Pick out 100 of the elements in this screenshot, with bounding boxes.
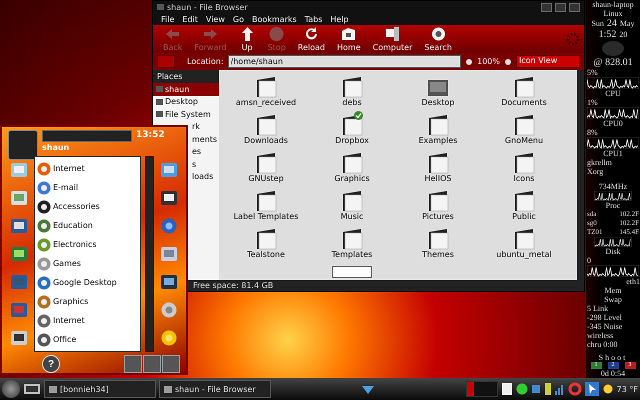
box-icon[interactable]: [530, 384, 541, 394]
folder-item[interactable]: Dropbox: [309, 114, 395, 152]
app-icon: [36, 218, 51, 232]
menu-item[interactable]: Help: [330, 14, 349, 24]
help-button[interactable]: ?: [42, 355, 60, 373]
terminal-icon[interactable]: [160, 274, 178, 290]
scrollbar[interactable]: [577, 70, 584, 280]
signal-icon[interactable]: [554, 383, 565, 395]
document-icon[interactable]: [500, 382, 513, 396]
status-dot-icon[interactable]: [516, 383, 528, 395]
menu-item[interactable]: Tabs: [304, 14, 322, 24]
task-button[interactable]: shaun - File Browser: [159, 380, 271, 398]
sidebar-item[interactable]: shaun: [153, 83, 219, 96]
scrollbar[interactable]: [144, 156, 154, 352]
menu-category[interactable]: Office: [36, 332, 138, 346]
folder-item[interactable]: Tealstone: [223, 228, 309, 266]
toggle-button[interactable]: [157, 55, 175, 68]
folder-item[interactable]: HelIOS: [395, 152, 481, 190]
view-dropdown[interactable]: Icon View: [516, 55, 580, 68]
toolbar-button[interactable]: Reload: [292, 26, 331, 52]
picture-icon[interactable]: [10, 246, 28, 262]
toolbar-button[interactable]: Search: [418, 26, 458, 52]
sidebar-item[interactable]: File System: [153, 108, 219, 120]
folder-icon[interactable]: [10, 218, 28, 234]
battery-icon[interactable]: [544, 382, 552, 396]
zoom-in-icon[interactable]: [504, 58, 512, 66]
task-button[interactable]: [bonnieh34]: [44, 380, 156, 398]
folder-item[interactable]: Music: [309, 190, 395, 228]
house-icon[interactable]: [10, 190, 28, 206]
sidebar-item[interactable]: loads: [192, 170, 219, 183]
close-button[interactable]: [569, 2, 580, 12]
location-field[interactable]: /home/shaun: [228, 55, 462, 68]
folder-item[interactable]: Public: [481, 190, 567, 228]
folder-item[interactable]: GnoMenu: [481, 114, 567, 152]
globe-icon[interactable]: [160, 218, 178, 234]
sidebar-item[interactable]: Desktop: [153, 96, 219, 108]
sidebar-item[interactable]: ments: [192, 133, 219, 146]
start-button[interactable]: [2, 380, 20, 398]
media-icon[interactable]: [160, 190, 178, 206]
menu-item[interactable]: Bookmarks: [252, 14, 297, 24]
window-title: shaun - File Browser: [167, 2, 249, 12]
disk-label: Disk: [605, 247, 621, 256]
toolbar-button[interactable]: Home: [331, 26, 367, 52]
sidebar-item[interactable]: rk: [192, 120, 219, 133]
proc-label: Proc: [606, 201, 620, 210]
folder-icon: [255, 228, 277, 250]
drawer-icon[interactable]: [160, 162, 178, 178]
window-icon[interactable]: [160, 246, 178, 262]
flashlight-icon[interactable]: [160, 302, 178, 318]
toolbar-button[interactable]: Computer: [366, 26, 418, 52]
folder-item[interactable]: Documents: [481, 76, 567, 114]
power-button[interactable]: [124, 355, 142, 373]
wireless-stat: -298 Level: [586, 313, 622, 322]
wireless-stat: 5 Link: [586, 304, 608, 313]
folder-icon: [427, 228, 449, 250]
sidebar-item[interactable]: es: [192, 146, 219, 158]
folder-item[interactable]: Icons: [481, 152, 567, 190]
folder-item[interactable]: Examples: [395, 114, 481, 152]
folder-icon[interactable]: [10, 302, 28, 318]
ring-icon[interactable]: [568, 382, 582, 396]
lock-button[interactable]: [162, 355, 180, 373]
download-button[interactable]: [143, 355, 161, 373]
folder-item[interactable]: Graphics: [309, 152, 395, 190]
minimize-button[interactable]: [541, 2, 552, 12]
menu-category[interactable]: Games: [36, 256, 138, 270]
menu-item[interactable]: View: [206, 14, 225, 24]
network-icon[interactable]: [361, 383, 376, 395]
menu-category[interactable]: Electronics: [36, 238, 138, 252]
folder-item[interactable]: GNUstep: [223, 152, 309, 190]
sidebar-item[interactable]: s: [192, 158, 219, 170]
menu-item[interactable]: Edit: [182, 14, 198, 24]
maximize-button[interactable]: [555, 2, 566, 12]
folder-item[interactable]: Themes: [395, 228, 481, 266]
folder-item[interactable]: amsn_received: [223, 76, 309, 114]
menu-item[interactable]: Go: [232, 14, 244, 24]
computer-icon[interactable]: [10, 330, 28, 346]
folder-item[interactable]: Desktop: [395, 76, 481, 114]
search-field[interactable]: [42, 130, 132, 142]
menu-category[interactable]: Internet: [36, 314, 138, 328]
folder-item[interactable]: debs: [309, 76, 395, 114]
menu-category[interactable]: Google Desktop: [36, 276, 138, 290]
window-icon: [164, 386, 172, 392]
menu-item[interactable]: File: [161, 14, 174, 24]
menu-category[interactable]: Graphics: [36, 294, 138, 308]
activity-graph: [587, 107, 639, 120]
folder-item[interactable]: Label Templates: [223, 190, 309, 228]
monitor-icon[interactable]: [10, 162, 28, 178]
folder-item[interactable]: ubuntu_metal: [481, 228, 567, 266]
pointer-icon[interactable]: [584, 382, 599, 396]
computer-icon: [384, 26, 402, 42]
menu-category[interactable]: E-mail: [36, 180, 138, 194]
show-desktop-icon[interactable]: [23, 382, 41, 396]
menu-category[interactable]: Internet: [36, 162, 138, 176]
menu-category[interactable]: Accessories: [36, 200, 138, 214]
folder-item[interactable]: Pictures: [395, 190, 481, 228]
toolbar-button[interactable]: Up: [232, 26, 262, 52]
folder-item[interactable]: Templates: [309, 228, 395, 266]
folder-item[interactable]: Downloads: [223, 114, 309, 152]
zoom-out-icon[interactable]: [465, 58, 474, 66]
menu-category[interactable]: Education: [36, 218, 138, 232]
